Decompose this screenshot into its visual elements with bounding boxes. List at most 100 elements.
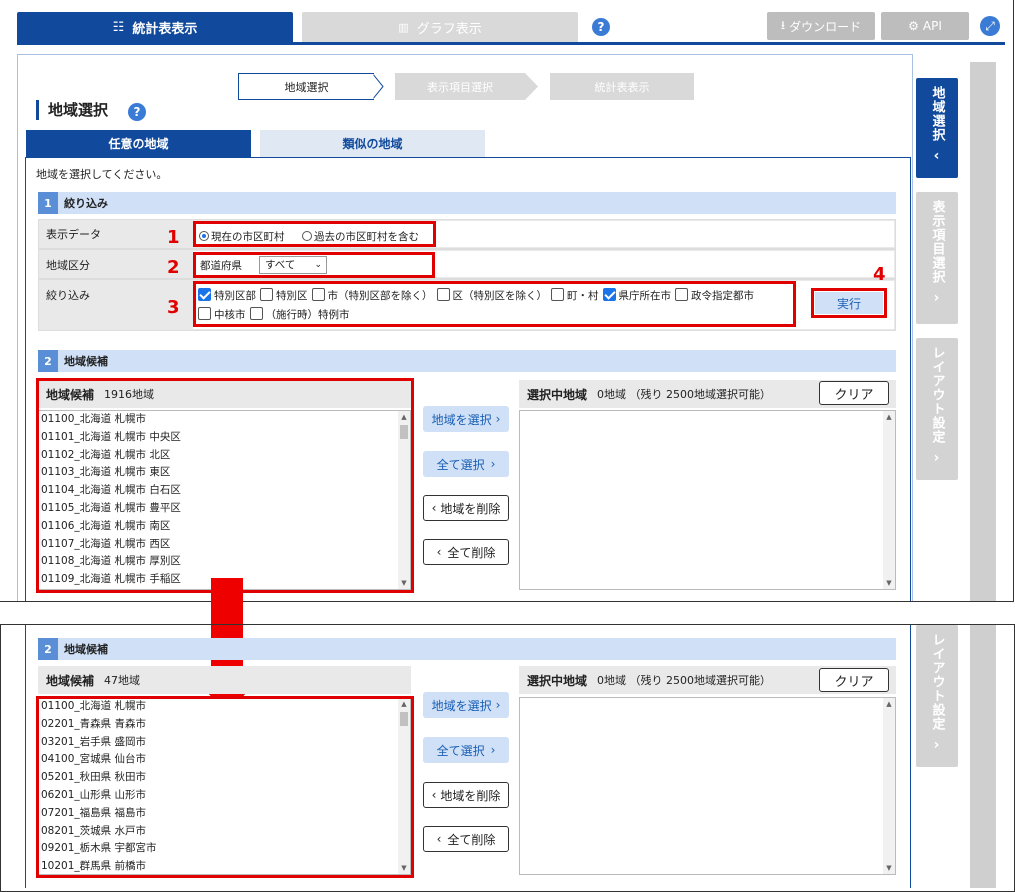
select-all-button-after[interactable]: 全て選択 › xyxy=(423,737,509,763)
checkbox-icon[interactable] xyxy=(436,288,450,301)
radio-current-icon[interactable] xyxy=(199,231,209,241)
side-tab-items-label: 表示項目選択 xyxy=(929,200,945,284)
radio-current[interactable]: 現在の市区町村 xyxy=(199,229,285,244)
candidates-bar-label-after: 地域候補 xyxy=(64,643,108,656)
checkbox-icon[interactable] xyxy=(260,288,273,301)
selected-list[interactable]: ▲ ▼ xyxy=(519,410,896,590)
filter-bar-label: 絞り込み xyxy=(64,197,108,210)
chevron-left-icon: ‹ xyxy=(431,788,437,802)
filter-checkbox[interactable]: 特別区部 xyxy=(198,288,256,302)
step-region: 地域選択 xyxy=(238,73,374,100)
annotation-number-1: 1 xyxy=(167,227,180,248)
tab-graph-label: グラフ表示 xyxy=(416,21,482,37)
delete-region-button[interactable]: ‹ 地域を削除 xyxy=(423,495,509,521)
execute-button[interactable]: 実行 xyxy=(815,292,883,314)
chevron-left-icon: ‹ xyxy=(436,545,442,559)
checkbox-label: 区（特別区を除く） xyxy=(452,290,548,302)
filter-checkbox[interactable]: 政令指定都市 xyxy=(675,288,754,302)
annotation-number-3: 3 xyxy=(167,297,180,318)
checkbox-label: 中核市 xyxy=(214,309,246,321)
select-all-label-after: 全て選択 xyxy=(436,743,485,758)
api-label: API xyxy=(922,19,942,33)
chevron-right-icon: › xyxy=(933,450,941,466)
delete-region-label-after: 地域を削除 xyxy=(440,788,501,803)
delete-all-button[interactable]: ‹ 全て削除 xyxy=(423,539,509,565)
delete-all-button-after[interactable]: ‹ 全て削除 xyxy=(423,826,509,852)
help-icon-title[interactable]: ? xyxy=(128,103,146,121)
region-select-value: すべて xyxy=(265,259,296,271)
row-label-region-type: 地域区分 xyxy=(46,259,90,272)
selected-scrollbar[interactable]: ▲ ▼ xyxy=(883,411,895,589)
tab-stats-table[interactable]: ☷ 統計表表示 xyxy=(17,12,293,42)
tab-arbitrary-region[interactable]: 任意の地域 xyxy=(26,130,251,157)
region-type-label: 都道府県 xyxy=(200,260,242,272)
chevron-left-icon: ‹ xyxy=(431,501,437,515)
filter-checkbox[interactable]: 区（特別区を除く） xyxy=(436,288,548,302)
selected-list-after[interactable]: ▲ ▼ xyxy=(519,697,896,875)
filter-checkbox[interactable]: 市（特別区部を除く） xyxy=(311,288,433,302)
select-region-button-after[interactable]: 地域を選択 › xyxy=(423,692,509,718)
select-region-label-after: 地域を選択 xyxy=(431,698,492,713)
checkbox-label: （施行時）特例市 xyxy=(265,309,350,321)
selected-title: 選択中地域 xyxy=(527,387,588,402)
bar-chart-icon: ▥ xyxy=(398,20,409,34)
side-tab-layout-after[interactable]: レイアウト設定 › xyxy=(916,625,958,767)
select-all-button[interactable]: 全て選択 › xyxy=(423,451,509,477)
filter-bar: 1 絞り込み xyxy=(38,192,896,214)
candidates-bar-number: 2 xyxy=(38,350,58,372)
upper-frame-right xyxy=(1013,0,1014,602)
side-tab-layout-label: レイアウト設定 xyxy=(929,346,945,444)
checkbox-icon[interactable] xyxy=(249,307,263,320)
download-button[interactable]: ⭳ ダウンロード xyxy=(767,12,875,40)
delete-region-button-after[interactable]: ‹ 地域を削除 xyxy=(423,782,509,808)
tab-similar-region[interactable]: 類似の地域 xyxy=(260,130,485,157)
help-icon[interactable]: ? xyxy=(592,18,610,36)
checkbox-icon[interactable] xyxy=(198,307,211,320)
candidates-bar-number-after: 2 xyxy=(38,638,58,660)
checkbox-group-line2: 中核市 （施行時）特例市 xyxy=(198,307,354,322)
clear-button-after[interactable]: クリア xyxy=(819,668,889,692)
side-tab-layout-label-after: レイアウト設定 xyxy=(929,633,945,731)
radio-past[interactable]: 過去の市区町村を含む xyxy=(302,229,419,244)
candidates-count-after: 47地域 xyxy=(104,674,141,687)
row-label-display-data: 表示データ xyxy=(46,228,101,241)
side-tab-items[interactable]: 表示項目選択 › xyxy=(916,192,958,324)
filter-checkbox[interactable]: （施行時）特例市 xyxy=(249,307,350,321)
radio-past-icon[interactable] xyxy=(302,231,312,241)
filter-checkbox[interactable]: 特別区 xyxy=(260,288,308,302)
select-region-button[interactable]: 地域を選択 › xyxy=(423,406,509,432)
chevron-left-icon: ‹ xyxy=(436,832,442,846)
filter-checkbox[interactable]: 中核市 xyxy=(198,307,246,321)
filter-checkbox[interactable]: 県庁所在市 xyxy=(602,288,671,302)
candidates-bar-after: 2 地域候補 xyxy=(38,638,896,660)
tab-graph[interactable]: ▥ グラフ表示 xyxy=(302,12,578,42)
step-items-label: 表示項目選択 xyxy=(427,80,493,94)
side-tab-region[interactable]: 地域選択 ‹ xyxy=(916,78,958,178)
fullscreen-icon[interactable]: ⤢ xyxy=(980,16,1000,36)
region-type-select[interactable]: すべて ⌄ xyxy=(259,256,327,274)
checkbox-checked-icon[interactable] xyxy=(602,288,616,301)
step-items: 表示項目選択 xyxy=(395,73,525,100)
side-tab-region-label: 地域選択 xyxy=(929,86,945,142)
checkbox-icon[interactable] xyxy=(311,288,325,301)
highlight-candidates xyxy=(36,378,414,593)
checkbox-label: 政令指定都市 xyxy=(691,290,754,302)
side-tab-layout[interactable]: レイアウト設定 › xyxy=(916,338,958,480)
tab-stats-label: 統計表表示 xyxy=(132,21,198,37)
delete-all-label-after: 全て削除 xyxy=(447,832,496,847)
checkbox-icon[interactable] xyxy=(551,288,564,301)
table-icon: ☷ xyxy=(112,19,125,35)
api-button[interactable]: ⚙ API xyxy=(881,12,969,40)
checkbox-checked-icon[interactable] xyxy=(198,288,211,301)
highlight-candidates-after xyxy=(36,696,414,878)
clear-button[interactable]: クリア xyxy=(819,381,889,405)
checkbox-icon[interactable] xyxy=(675,288,688,301)
selected-count-after: 0地域 （残り 2500地域選択可能） xyxy=(597,674,772,687)
selected-scrollbar-after[interactable]: ▲ ▼ xyxy=(883,698,895,874)
radio-past-label: 過去の市区町村を含む xyxy=(314,231,419,243)
delete-all-label: 全て削除 xyxy=(447,545,496,560)
checkbox-group-line1: 特別区部 特別区 市（特別区部を除く） 区（特別区を除く） 町・村 県庁所在市 政令指定都市 xyxy=(198,288,758,303)
filter-checkbox[interactable]: 町・村 xyxy=(551,288,599,302)
step-region-label: 地域選択 xyxy=(284,80,329,94)
title-accent xyxy=(36,100,39,120)
